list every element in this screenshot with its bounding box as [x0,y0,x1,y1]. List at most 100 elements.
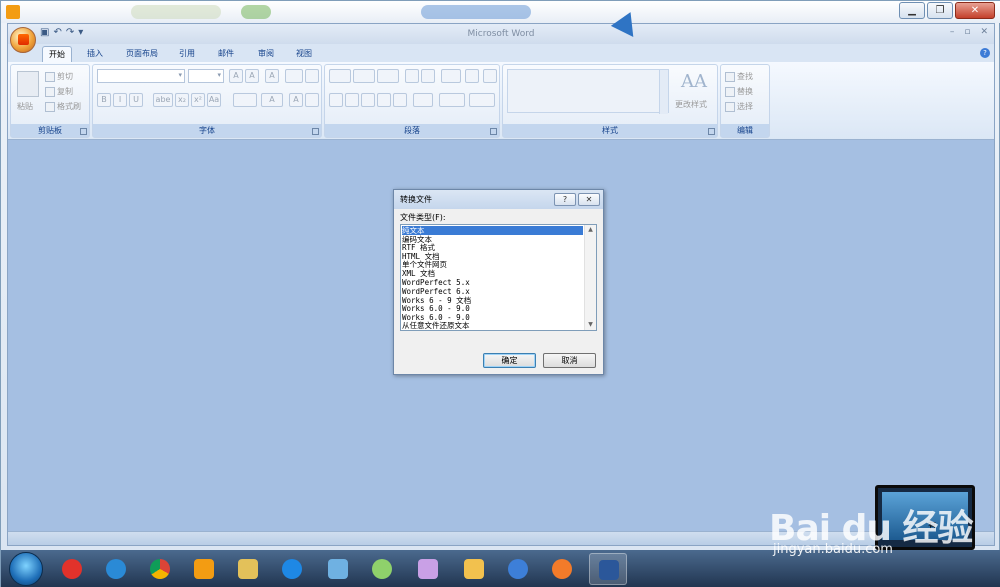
shrink-font-button[interactable]: A [245,69,259,83]
restore-button[interactable]: ❐ [927,2,953,19]
word-close-button[interactable]: ✕ [980,27,988,37]
list-item[interactable]: WordPerfect 5.x [402,278,470,287]
tab-view[interactable]: 视图 [289,46,319,62]
copy-button[interactable]: 复制 [45,86,73,97]
tab-mailings[interactable]: 邮件 [211,46,241,62]
enclose-char-button[interactable] [305,93,319,107]
subscript-button[interactable]: x₂ [175,93,189,107]
explorer-icon[interactable] [455,553,493,585]
bullets-button[interactable] [329,69,351,83]
gallery-scrollbar[interactable] [659,70,668,114]
format-painter-button[interactable]: 格式刷 [45,101,81,112]
paste-icon[interactable] [17,71,39,97]
align-center-button[interactable] [345,93,359,107]
show-marks-button[interactable] [483,69,497,83]
list-item[interactable]: 单个文件网页 [402,260,447,269]
close-button[interactable]: ✕ [955,2,995,19]
copy-label: 复制 [57,87,73,96]
distributed-button[interactable] [393,93,407,107]
styles-launcher-icon[interactable] [708,128,715,135]
clear-format-button[interactable]: A [265,69,279,83]
align-right-button[interactable] [361,93,375,107]
list-item[interactable]: WordPerfect 6.x [402,287,470,296]
change-case-button[interactable]: Aa [207,93,221,107]
change-styles-icon[interactable]: AA [681,71,707,92]
borders-button[interactable] [469,93,495,107]
tab-insert[interactable]: 插入 [80,46,110,62]
underline-button[interactable]: U [129,93,143,107]
paragraph-launcher-icon[interactable] [490,128,497,135]
ok-button[interactable]: 确定 [483,353,536,368]
help-icon[interactable]: ? [980,48,990,58]
font-launcher-icon[interactable] [312,128,319,135]
sort-button[interactable] [465,69,479,83]
italic-button[interactable]: I [113,93,127,107]
listbox-scrollbar[interactable]: ▲ ▼ [584,225,596,330]
editing-group-label: 编辑 [721,124,769,137]
select-button[interactable]: 选择 [725,101,753,112]
paint-icon[interactable] [409,553,447,585]
cancel-button[interactable]: 取消 [543,353,596,368]
char-shading-button[interactable]: A [289,93,303,107]
font-name-combo[interactable] [97,69,185,83]
cut-button[interactable]: 剪切 [45,71,73,82]
phonetic-guide-button[interactable] [285,69,303,83]
browser-icon[interactable] [273,553,311,585]
dialog-help-button[interactable]: ? [554,193,576,206]
monitor-app-icon[interactable] [319,553,357,585]
word-taskbar-icon[interactable] [589,553,627,585]
media-player-icon[interactable] [185,553,223,585]
ie-icon[interactable] [97,553,135,585]
clipboard-launcher-icon[interactable] [80,128,87,135]
numbering-button[interactable] [353,69,375,83]
replace-button[interactable]: 替换 [725,86,753,97]
shading-button[interactable] [439,93,465,107]
align-left-button[interactable] [329,93,343,107]
strikethrough-button[interactable]: abe [153,93,173,107]
tab-review[interactable]: 审阅 [251,46,281,62]
multilevel-list-button[interactable] [377,69,399,83]
find-button[interactable]: 查找 [725,71,753,82]
firefox-icon[interactable] [543,553,581,585]
decrease-indent-button[interactable] [405,69,419,83]
grow-font-button[interactable]: A [229,69,243,83]
highlight-button[interactable] [233,93,257,107]
font-group-label: 字体 [93,124,321,137]
list-item[interactable]: RTF 格式 [402,243,435,252]
word-restore-button[interactable]: ▫ [964,27,970,37]
dialog-close-button[interactable]: ✕ [578,193,600,206]
word-minimize-button[interactable]: – [950,27,955,37]
char-border-button[interactable] [305,69,319,83]
tab-home[interactable]: 开始 [42,46,72,62]
start-button[interactable] [9,552,43,586]
minimize-button[interactable]: ▁ [899,2,925,19]
justify-button[interactable] [377,93,391,107]
line-spacing-button[interactable] [413,93,433,107]
font-color-button[interactable]: A [261,93,283,107]
paste-button[interactable]: 粘贴 [17,101,33,112]
tab-page-layout[interactable]: 页面布局 [118,46,166,62]
change-styles-button[interactable]: 更改样式 [675,99,707,110]
pinwheel-icon[interactable] [363,553,401,585]
scissors-icon [45,71,55,82]
file-type-listbox[interactable]: 纯文本 编码文本 RTF 格式 HTML 文档 单个文件网页 XML 文档 Wo… [400,224,597,331]
chinese-layout-button[interactable] [441,69,461,83]
list-item[interactable]: 从任意文件还原文本 [402,321,470,330]
scroll-down-icon[interactable]: ▼ [585,320,596,330]
superscript-button[interactable]: x² [191,93,205,107]
list-item[interactable]: Works 6.0 - 9.0 [402,304,470,313]
list-item[interactable]: 纯文本 [402,226,583,235]
bold-button[interactable]: B [97,93,111,107]
word-title-bar: ▣ ↶ ↷ ▾ Microsoft Word – ▫ ✕ [8,24,994,44]
office-button[interactable] [10,27,36,53]
scroll-up-icon[interactable]: ▲ [585,225,596,235]
font-size-combo[interactable] [188,69,224,83]
jiang-app-icon[interactable] [53,553,91,585]
chrome-icon[interactable] [141,553,179,585]
styles-gallery[interactable] [507,69,669,114]
increase-indent-button[interactable] [421,69,435,83]
list-item[interactable]: XML 文档 [402,269,435,278]
folder-app-icon[interactable] [229,553,267,585]
tab-references[interactable]: 引用 [172,46,202,62]
bluecircle-app-icon[interactable] [499,553,537,585]
